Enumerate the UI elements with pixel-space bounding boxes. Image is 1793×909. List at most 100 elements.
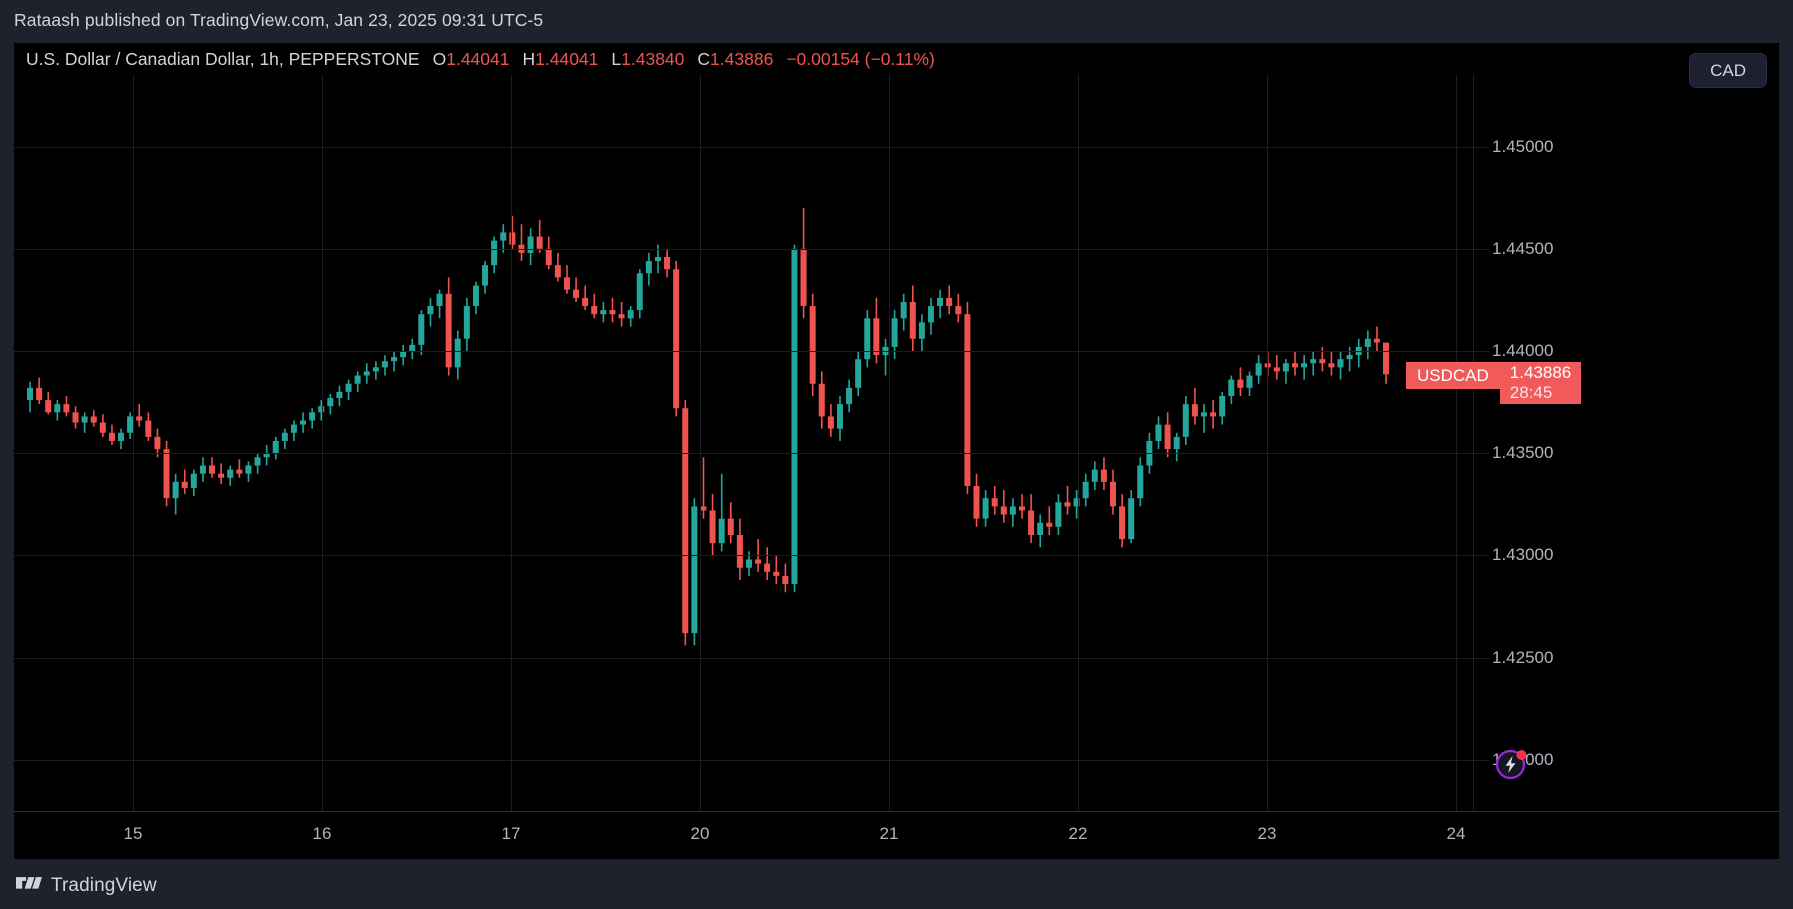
gridline-vertical (1267, 75, 1268, 811)
time-axis-label: 23 (1257, 824, 1277, 843)
last-price-values: 1.43886 28:45 (1499, 362, 1582, 405)
candle-body (809, 306, 816, 384)
candle-wick (884, 338, 887, 376)
candle-wick (1021, 494, 1023, 519)
gridline-vertical (322, 75, 323, 811)
candle-body (363, 371, 370, 376)
candle-wick (138, 404, 141, 427)
candle-body (1383, 342, 1390, 375)
price-axis-label: 1.44500 (1492, 238, 1554, 258)
candle-body (427, 306, 434, 315)
candle-body (691, 506, 698, 634)
candle-body (1246, 375, 1253, 388)
candle-body (1364, 338, 1371, 347)
candle-body (391, 357, 398, 362)
gridline-vertical (700, 75, 701, 811)
time-axis-label: 21 (879, 824, 899, 843)
close-value: 1.43886 (710, 48, 774, 69)
candle-body (199, 465, 206, 474)
candle-body (309, 412, 316, 421)
candle-body (1310, 359, 1317, 364)
candle-wick (1203, 404, 1205, 433)
gridline-vertical (511, 75, 512, 811)
gridline-horizontal (14, 146, 1473, 148)
candle-body (1282, 363, 1289, 372)
candle-body (1100, 469, 1107, 482)
candle-body (773, 571, 780, 576)
candle-body (436, 293, 443, 307)
axis-tick (1474, 657, 1489, 659)
candle-body (764, 563, 771, 572)
bar-countdown: 28:45 (1509, 382, 1553, 402)
candle-wick (1276, 355, 1278, 380)
candle-body (491, 240, 498, 266)
candle-body (482, 265, 489, 286)
price-axis[interactable]: 1.45000 1.44500 1.44000 1.43500 1.43000 1.425… (1473, 75, 1779, 811)
candle-body (290, 424, 297, 433)
candle-body (946, 297, 953, 307)
open-value: 1.44041 (446, 48, 510, 69)
candlestick-plot[interactable] (14, 75, 1473, 811)
candle-body (118, 432, 125, 441)
candle-body (108, 432, 115, 441)
candle-body (1182, 404, 1189, 437)
candle-body (163, 449, 170, 499)
candle-wick (520, 224, 523, 262)
candle-body (454, 338, 461, 368)
candle-body (1319, 359, 1326, 364)
chart-legend: U.S. Dollar / Canadian Dollar, 1h, PEPPE… (14, 43, 935, 75)
candle-body (418, 314, 425, 345)
candle-body (918, 322, 925, 339)
candle-body (327, 398, 334, 407)
candle-body (1200, 412, 1207, 417)
candle-body (1346, 355, 1353, 360)
candle-body (472, 285, 479, 307)
gridline-horizontal (14, 248, 1473, 250)
candle-body (755, 559, 762, 564)
lightning-alert-icon[interactable] (1495, 746, 1529, 780)
candle-body (900, 301, 907, 319)
candle-body (664, 256, 671, 270)
axis-tick (1474, 555, 1489, 557)
chart-frame: U.S. Dollar / Canadian Dollar, 1h, PEPPE… (14, 43, 1779, 859)
candle-wick (1003, 490, 1005, 523)
candle-wick (775, 555, 778, 585)
candle-body (1046, 522, 1053, 527)
candle-body (81, 416, 88, 423)
axis-tick (1474, 146, 1489, 148)
time-axis-label: 24 (1446, 824, 1466, 843)
candle-body (463, 306, 470, 339)
candle-wick (611, 297, 614, 323)
gridline-horizontal (14, 453, 1473, 455)
high-label: H (522, 48, 536, 69)
axis-tick (1474, 351, 1489, 352)
candle-body (991, 498, 998, 507)
open-label: O (432, 48, 447, 69)
time-axis[interactable]: 15 16 17 20 21 22 23 24 (14, 811, 1779, 859)
candle-body (818, 383, 825, 417)
candle-body (864, 318, 871, 360)
candle-body (1000, 506, 1007, 515)
axis-tick (1474, 453, 1489, 455)
candle-body (1155, 424, 1162, 441)
candle-body (1018, 506, 1025, 511)
last-price-value: 1.43886 (1509, 362, 1572, 382)
last-price-badge[interactable]: USDCAD 1.43886 28:45 (1406, 362, 1582, 405)
candle-body (1273, 367, 1280, 372)
gridline-horizontal (14, 351, 1473, 352)
candle-body (736, 535, 743, 568)
candle-body (1119, 506, 1126, 540)
candle-body (1191, 404, 1198, 417)
currency-pill-cad[interactable]: CAD (1689, 53, 1767, 88)
candle-body (964, 314, 971, 486)
tradingview-brand-label: TradingView (51, 875, 157, 896)
candle-body (1337, 359, 1344, 368)
close-label: C (697, 48, 711, 69)
candle-body (54, 404, 61, 413)
candle-body (272, 440, 279, 454)
candle-body (1009, 506, 1016, 515)
gridline-horizontal (14, 759, 1473, 761)
candle-wick (1048, 506, 1051, 535)
candle-body (1028, 510, 1035, 535)
tradingview-footer: TradingView (16, 875, 157, 897)
